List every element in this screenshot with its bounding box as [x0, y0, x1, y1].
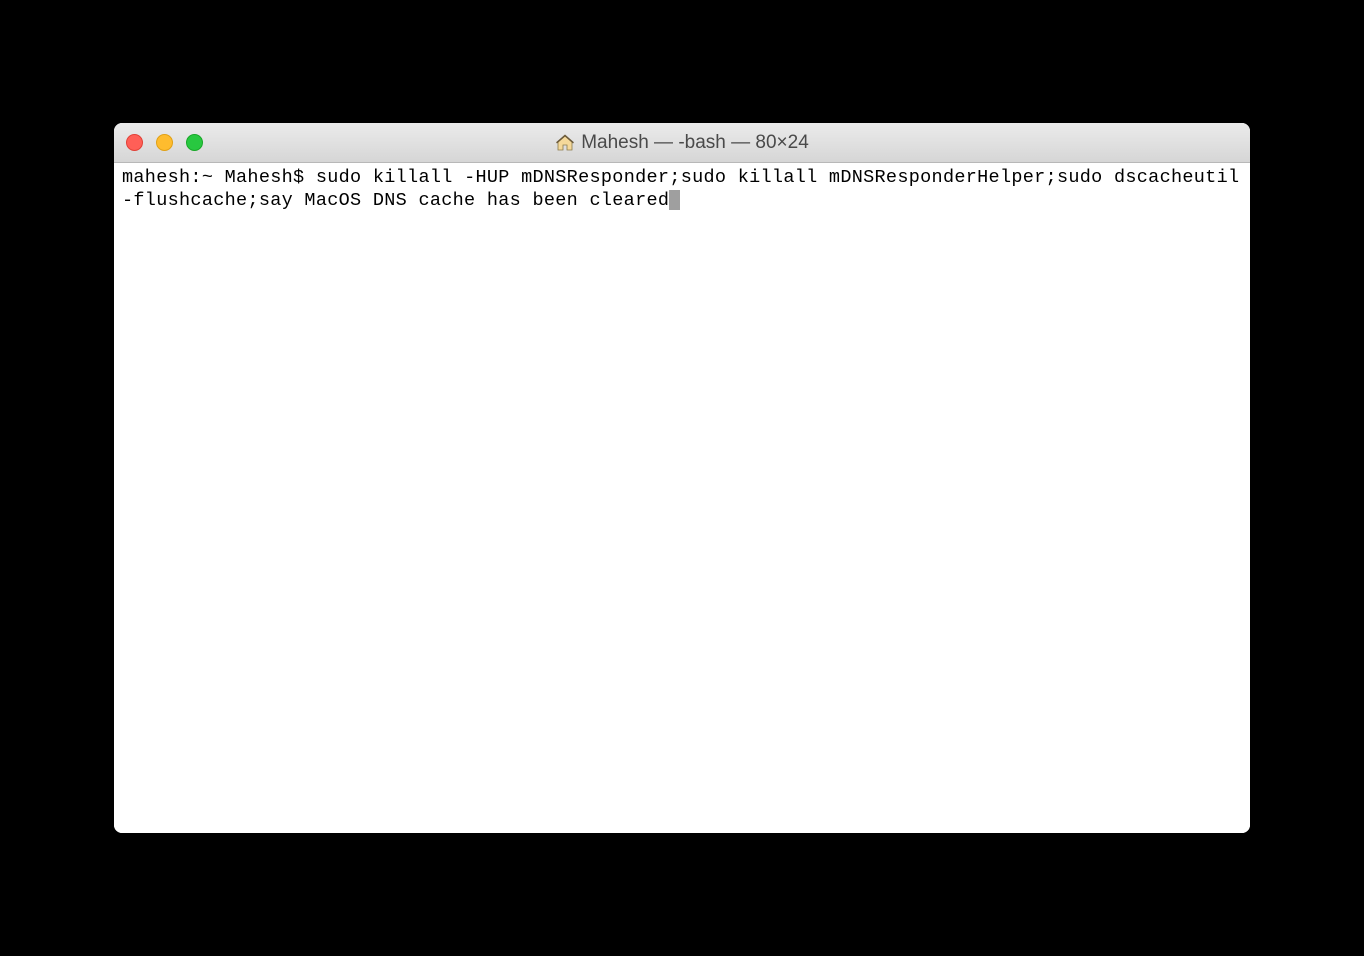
minimize-button[interactable] — [156, 134, 173, 151]
terminal-line: mahesh:~ Mahesh$ sudo killall -HUP mDNSR… — [122, 167, 1242, 212]
window-titlebar[interactable]: Mahesh — -bash — 80×24 — [114, 123, 1250, 163]
cursor — [669, 190, 680, 210]
shell-prompt: mahesh:~ Mahesh$ — [122, 167, 316, 188]
traffic-lights — [126, 134, 203, 151]
title-wrapper: Mahesh — -bash — 80×24 — [114, 132, 1250, 154]
home-icon — [555, 133, 575, 153]
terminal-content[interactable]: mahesh:~ Mahesh$ sudo killall -HUP mDNSR… — [114, 163, 1250, 833]
close-button[interactable] — [126, 134, 143, 151]
zoom-button[interactable] — [186, 134, 203, 151]
terminal-window: Mahesh — -bash — 80×24 mahesh:~ Mahesh$ … — [114, 123, 1250, 833]
window-title: Mahesh — -bash — 80×24 — [581, 132, 809, 154]
